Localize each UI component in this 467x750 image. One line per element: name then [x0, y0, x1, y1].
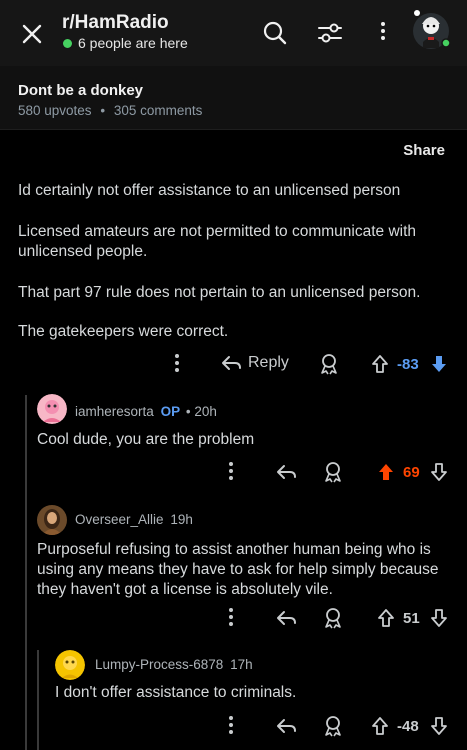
comment-more-icon[interactable] — [175, 354, 179, 372]
reply-label: Reply — [248, 354, 289, 371]
online-count: 6 people are here — [63, 35, 188, 51]
more-options-icon[interactable] — [381, 22, 385, 40]
vote-score: -83 — [397, 356, 419, 373]
close-icon[interactable] — [18, 20, 46, 48]
thread-line — [25, 395, 27, 750]
comment-paragraph: That part 97 rule does not pertain to an… — [18, 284, 421, 301]
author-name[interactable]: Lumpy-Process-6878 — [95, 657, 223, 672]
comment-body: I don't offer assistance to criminals. — [55, 684, 297, 701]
search-icon[interactable] — [262, 20, 288, 46]
avatar[interactable] — [37, 505, 67, 535]
post-title[interactable]: Dont be a donkey — [18, 82, 143, 99]
reply-button[interactable]: Reply — [220, 354, 289, 372]
meta-separator: • — [100, 103, 106, 118]
avatar[interactable] — [55, 650, 85, 680]
subreddit-name[interactable]: r/HamRadio — [62, 12, 169, 34]
online-label: 6 people are here — [78, 35, 188, 51]
top-bar: r/HamRadio 6 people are here — [0, 0, 467, 66]
comment-paragraph: Licensed amateurs are not permitted to c… — [18, 223, 417, 260]
comment-more-icon[interactable] — [229, 716, 233, 734]
share-button[interactable]: Share — [403, 142, 445, 159]
comment-paragraph: Id certainly not offer assistance to an … — [18, 182, 401, 199]
op-badge: OP — [160, 404, 181, 419]
comment-count: 305 comments — [113, 103, 203, 118]
user-avatar[interactable] — [408, 4, 454, 50]
upvote-count: 580 upvotes — [18, 103, 92, 118]
downvote-icon-active[interactable] — [430, 354, 448, 374]
upvote-icon[interactable] — [377, 608, 395, 628]
comment-author[interactable]: Lumpy-Process-6878 17h — [95, 657, 253, 672]
comment-body: Cool dude, you are the problem — [37, 431, 255, 448]
comment-time: 17h — [230, 657, 253, 672]
downvote-icon[interactable] — [430, 608, 448, 628]
reply-icon[interactable] — [275, 609, 297, 627]
downvote-icon[interactable] — [430, 462, 448, 482]
award-icon[interactable] — [318, 353, 340, 375]
comment-more-icon[interactable] — [229, 462, 233, 480]
reply-icon[interactable] — [275, 717, 297, 735]
comment-actions: 51 — [0, 604, 467, 632]
comment-time: • 20h — [185, 404, 217, 419]
vote-score: 51 — [403, 610, 420, 627]
comment-more-icon[interactable] — [229, 608, 233, 626]
sort-filter-icon[interactable] — [316, 20, 344, 46]
comment-author[interactable]: iamheresorta OP • 20h — [75, 404, 217, 419]
comment-author[interactable]: Overseer_Allie 19h — [75, 512, 193, 527]
vote-score: -48 — [397, 718, 419, 735]
avatar[interactable] — [37, 394, 67, 424]
author-name[interactable]: iamheresorta — [75, 404, 154, 419]
reply-icon — [222, 356, 241, 370]
comment-actions: Reply -83 — [0, 350, 467, 378]
downvote-icon[interactable] — [430, 716, 448, 736]
award-icon[interactable] — [322, 461, 344, 483]
upvote-icon[interactable] — [371, 716, 389, 736]
upvote-icon[interactable] — [371, 354, 389, 374]
online-dot-icon — [63, 38, 72, 48]
comment-time: 19h — [170, 512, 193, 527]
reply-icon[interactable] — [275, 463, 297, 481]
vote-score: 69 — [403, 464, 420, 481]
comment-actions: 69 — [0, 458, 467, 486]
post-meta: 580 upvotes • 305 comments — [18, 103, 202, 118]
award-icon[interactable] — [322, 715, 344, 737]
upvote-icon-active[interactable] — [377, 462, 395, 482]
comment-body: Purposeful refusing to assist another hu… — [37, 541, 439, 598]
comment-paragraph: The gatekeepers were correct. — [18, 323, 229, 340]
post-header[interactable]: Dont be a donkey 580 upvotes • 305 comme… — [0, 66, 467, 130]
award-icon[interactable] — [322, 607, 344, 629]
author-name[interactable]: Overseer_Allie — [75, 512, 164, 527]
comment-actions: -48 — [0, 712, 467, 740]
